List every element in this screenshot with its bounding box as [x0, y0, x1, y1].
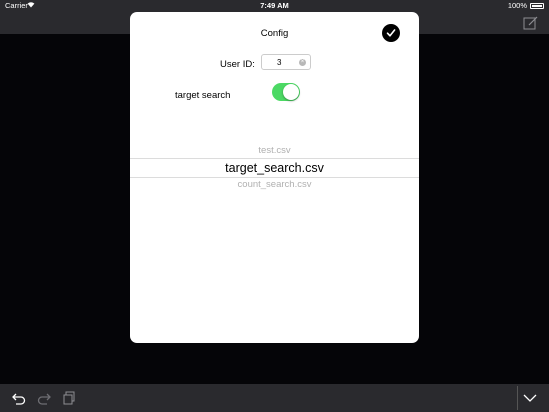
- undo-icon[interactable]: [11, 390, 27, 406]
- config-dialog: Config User ID: 3 × target search test.c…: [130, 12, 419, 343]
- checkmark-icon: [386, 29, 396, 37]
- picker-selection-top-line: [130, 158, 419, 159]
- picker-option[interactable]: count_search.csv: [130, 179, 419, 190]
- compose-icon[interactable]: [523, 15, 539, 31]
- chevron-down-icon[interactable]: [522, 390, 538, 406]
- battery-icon: [530, 3, 544, 9]
- redo-icon[interactable]: [36, 390, 52, 406]
- status-time: 7:49 AM: [260, 1, 289, 10]
- target-search-label: target search: [175, 90, 231, 101]
- user-id-field[interactable]: 3 ×: [261, 54, 311, 70]
- clear-icon[interactable]: ×: [299, 59, 306, 66]
- status-bar: Carrier 7:49 AM 100%: [0, 0, 549, 12]
- done-button[interactable]: [382, 24, 400, 42]
- toolbar-divider: [517, 386, 518, 410]
- user-id-value: 3: [277, 58, 282, 67]
- battery-percentage: 100%: [507, 1, 527, 10]
- picker-option[interactable]: test.csv: [130, 145, 419, 156]
- picker-selection-bottom-line: [130, 177, 419, 178]
- dialog-title: Config: [260, 28, 289, 39]
- file-picker[interactable]: test.csv target_search.csv count_search.…: [130, 140, 419, 198]
- toggle-knob: [283, 84, 299, 100]
- target-search-toggle[interactable]: [272, 83, 300, 101]
- copy-icon[interactable]: [61, 390, 77, 406]
- bottom-toolbar: [0, 384, 549, 412]
- user-id-label: User ID:: [220, 59, 255, 70]
- picker-option-selected[interactable]: target_search.csv: [130, 161, 419, 175]
